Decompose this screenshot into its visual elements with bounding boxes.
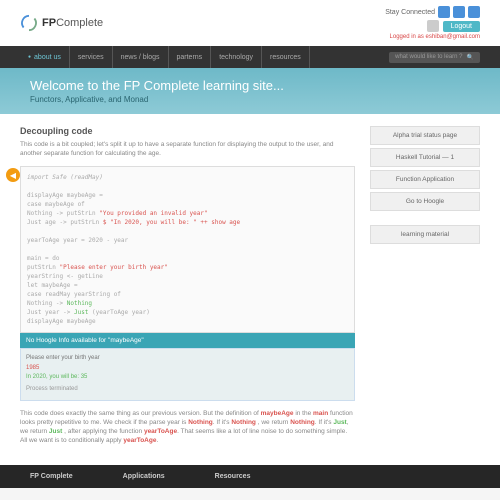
section-after: This code does exactly the same thing as… bbox=[20, 409, 355, 445]
page-subtitle: Functors, Applicative, and Monad bbox=[30, 95, 470, 104]
section-heading: Decoupling code bbox=[20, 126, 355, 136]
footer: FP Complete Applications Resources bbox=[0, 465, 500, 488]
search-icon: 🔍 bbox=[467, 54, 474, 61]
search-input[interactable]: what would like to learn ? 🔍 bbox=[389, 52, 480, 63]
sidebar-alpha-trial[interactable]: Alpha trial status page bbox=[370, 126, 480, 145]
footer-fp-complete[interactable]: FP Complete bbox=[30, 473, 73, 480]
facebook-icon[interactable] bbox=[453, 6, 465, 18]
main-nav: about us services news / blogs parterns … bbox=[0, 46, 500, 68]
logged-in-as: Logged in as eshiban@gmail.com bbox=[390, 34, 480, 40]
nav-services[interactable]: services bbox=[70, 46, 113, 68]
sidebar-function-application[interactable]: Function Application bbox=[370, 170, 480, 189]
logo-text: FPFPCompleteComplete bbox=[42, 17, 103, 29]
linkedin-icon[interactable] bbox=[438, 6, 450, 18]
sidebar-go-to-hoogle[interactable]: Go to Hoogle bbox=[370, 192, 480, 211]
search-placeholder: what would like to learn ? bbox=[395, 54, 462, 60]
nav-technology[interactable]: technology bbox=[211, 46, 262, 68]
back-arrow-icon[interactable]: ◀ bbox=[6, 168, 20, 182]
footer-applications[interactable]: Applications bbox=[123, 473, 165, 480]
hoogle-info-bar: No Hoogle Info available for "maybeAge" bbox=[20, 333, 355, 348]
hero: Welcome to the FP Complete learning site… bbox=[0, 68, 500, 114]
stay-connected-label: Stay Connected bbox=[385, 9, 435, 16]
logo-icon bbox=[20, 14, 38, 32]
section-intro: This code is a bit coupled; let's split … bbox=[20, 140, 355, 158]
sidebar-learning-material[interactable]: learning material bbox=[370, 225, 480, 244]
logo[interactable]: FPFPCompleteComplete bbox=[20, 14, 103, 32]
nav-about-us[interactable]: about us bbox=[20, 46, 70, 68]
page-title: Welcome to the FP Complete learning site… bbox=[30, 78, 470, 93]
twitter-icon[interactable] bbox=[468, 6, 480, 18]
nav-news[interactable]: news / blogs bbox=[113, 46, 169, 68]
footer-resources[interactable]: Resources bbox=[215, 473, 251, 480]
output-panel: Please enter your birth year 1985 In 202… bbox=[20, 348, 355, 400]
sidebar-haskell-tutorial[interactable]: Haskell Tutorial — 1 bbox=[370, 148, 480, 167]
nav-resources[interactable]: resources bbox=[262, 46, 310, 68]
nav-partners[interactable]: parterns bbox=[169, 46, 212, 68]
code-block[interactable]: import Safe (readMay) displayAge maybeAg… bbox=[20, 166, 355, 333]
sidebar: Alpha trial status page Haskell Tutorial… bbox=[370, 126, 480, 453]
logout-button[interactable]: Logout bbox=[443, 21, 480, 32]
avatar[interactable] bbox=[427, 20, 439, 32]
